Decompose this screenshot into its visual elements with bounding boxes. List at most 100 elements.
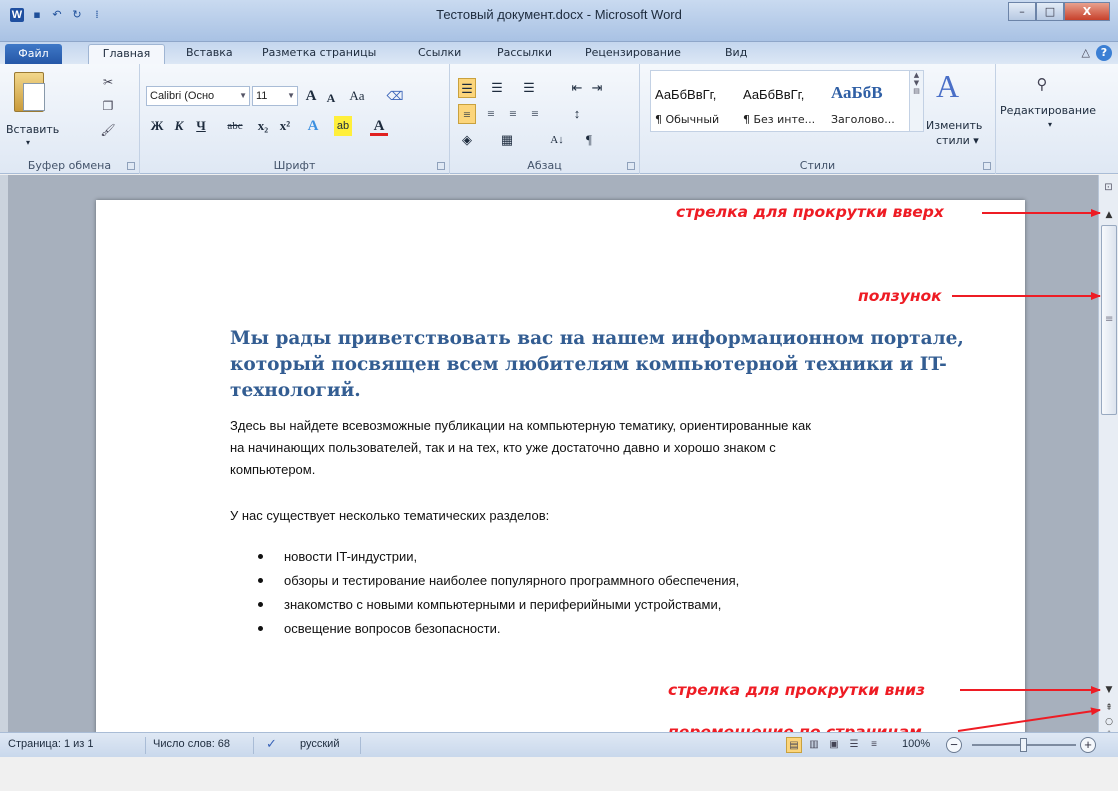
justify-button[interactable]: ≡: [526, 104, 544, 124]
maximize-button[interactable]: □: [1036, 2, 1064, 21]
font-launcher-icon[interactable]: [437, 162, 445, 170]
paste-dropdown-icon[interactable]: ▾: [26, 138, 30, 147]
status-divider: [145, 737, 146, 754]
borders-icon[interactable]: ▦: [498, 130, 516, 150]
zoom-out-button[interactable]: −: [946, 737, 962, 753]
minimize-ribbon-icon[interactable]: △: [1082, 46, 1090, 59]
full-screen-reading-view-icon[interactable]: ▥: [806, 737, 822, 753]
style-heading-1[interactable]: АаБбВ Заголово...: [827, 71, 909, 131]
change-styles-button-line2[interactable]: стили ▾: [936, 134, 979, 147]
cut-icon[interactable]: ✂: [100, 74, 116, 90]
highlight-icon[interactable]: ab: [334, 116, 352, 136]
annotation-scroll-down: стрелка для прокрутки вниз: [668, 681, 926, 699]
numbering-button[interactable]: ☰: [488, 78, 506, 98]
decrease-indent-button[interactable]: ⇤: [568, 78, 586, 98]
styles-scroll[interactable]: ▲ ▼ ▤: [909, 71, 923, 131]
scroll-thumb[interactable]: ≡: [1101, 225, 1117, 415]
minimize-button[interactable]: –: [1008, 2, 1036, 21]
font-name-combo[interactable]: Calibri (Осно ▼: [146, 86, 250, 106]
format-painter-icon[interactable]: 🖌: [100, 122, 116, 138]
shading-icon[interactable]: ◈: [458, 130, 476, 150]
font-size-combo[interactable]: 11 ▼: [252, 86, 298, 106]
show-formatting-marks-icon[interactable]: ¶: [580, 130, 598, 150]
align-center-button[interactable]: ≡: [482, 104, 500, 124]
text-effects-icon[interactable]: A: [304, 116, 322, 136]
strikethrough-button[interactable]: abc: [226, 116, 244, 136]
binoculars-icon[interactable]: ⚲: [1034, 76, 1050, 92]
tab-file[interactable]: Файл: [5, 44, 62, 64]
change-styles-button[interactable]: Изменить: [926, 119, 982, 132]
list-item-text: знакомство с новыми компьютерными и пери…: [284, 597, 722, 612]
chevron-down-icon: ▼: [287, 91, 295, 100]
zoom-slider-thumb[interactable]: [1020, 738, 1027, 752]
zoom-level[interactable]: 100%: [902, 738, 930, 750]
align-right-button[interactable]: ≡: [504, 104, 522, 124]
copy-icon[interactable]: ❐: [100, 98, 116, 114]
tab-home[interactable]: Главная: [88, 44, 165, 65]
change-styles-icon[interactable]: A: [936, 68, 959, 105]
browse-object-icon[interactable]: ○: [1102, 715, 1116, 729]
tab-page-layout[interactable]: Разметка страницы: [262, 46, 376, 59]
scroll-up-arrow-icon[interactable]: ▲: [1102, 208, 1116, 222]
document-paragraph-2[interactable]: У нас существует несколько тематических …: [230, 505, 990, 527]
list-item[interactable]: освещение вопросов безопасности.: [256, 617, 739, 641]
tab-references[interactable]: Ссылки: [418, 46, 461, 59]
previous-page-icon[interactable]: ⇞: [1102, 701, 1116, 715]
font-color-icon[interactable]: A: [370, 116, 388, 136]
outline-view-icon[interactable]: ☰: [846, 737, 862, 753]
paragraph-line: на начинающих пользователей, так и на те…: [230, 440, 776, 455]
draft-view-icon[interactable]: ≡: [866, 737, 882, 753]
clipboard-launcher-icon[interactable]: [127, 162, 135, 170]
bullets-button[interactable]: ☰: [458, 78, 476, 98]
style-no-spacing[interactable]: АаБбВвГг, ¶ Без инте...: [739, 71, 827, 131]
view-ruler-icon[interactable]: ⊡: [1101, 180, 1116, 195]
tab-review[interactable]: Рецензирование: [585, 46, 681, 59]
styles-launcher-icon[interactable]: [983, 162, 991, 170]
help-icon[interactable]: ?: [1096, 45, 1112, 61]
language-indicator[interactable]: русский: [300, 738, 339, 750]
document-heading[interactable]: Мы рады приветствовать вас на нашем инфо…: [230, 326, 980, 404]
align-left-button[interactable]: ≡: [458, 104, 476, 124]
chevron-down-icon[interactable]: ▾: [1048, 120, 1052, 129]
paste-icon[interactable]: [14, 72, 45, 112]
bold-button[interactable]: Ж: [148, 116, 166, 136]
document-page[interactable]: Мы рады приветствовать вас на нашем инфо…: [96, 200, 1025, 732]
tab-mailings[interactable]: Рассылки: [497, 46, 552, 59]
clear-formatting-icon[interactable]: ⌫: [386, 86, 404, 106]
vertical-scrollbar[interactable]: ⊡ ▲ ≡ ▼ ⇞ ○ ⇟: [1098, 175, 1118, 736]
paragraph-group: ☰ ☰ ☰ ⇤ ⇥ ≡ ≡ ≡ ≡ ↕ ◈ ▦ A↓ ¶ Абзац: [450, 64, 640, 174]
increase-indent-button[interactable]: ⇥: [588, 78, 606, 98]
vertical-ruler: [0, 175, 8, 732]
tab-insert[interactable]: Вставка: [186, 46, 233, 59]
proofing-icon[interactable]: ✓: [266, 736, 277, 752]
subscript-button[interactable]: x₂: [254, 116, 272, 136]
tab-view[interactable]: Вид: [725, 46, 747, 59]
bullet-icon: [258, 554, 263, 559]
grow-font-button[interactable]: A: [302, 86, 320, 106]
print-layout-view-icon[interactable]: ▤: [786, 737, 802, 753]
paste-button[interactable]: Вставить: [6, 123, 59, 136]
close-button[interactable]: X: [1064, 2, 1110, 21]
page-counter[interactable]: Страница: 1 из 1: [8, 738, 94, 750]
multilevel-list-button[interactable]: ☰: [520, 78, 538, 98]
change-case-button[interactable]: Aa: [348, 86, 366, 106]
list-item[interactable]: новости IT-индустрии,: [256, 545, 739, 569]
paragraph-launcher-icon[interactable]: [627, 162, 635, 170]
word-count[interactable]: Число слов: 68: [153, 738, 230, 750]
style-normal[interactable]: АаБбВвГг, ¶ Обычный: [651, 71, 739, 131]
list-item[interactable]: обзоры и тестирование наиболее популярно…: [256, 569, 739, 593]
superscript-button[interactable]: x²: [276, 116, 294, 136]
zoom-in-button[interactable]: +: [1080, 737, 1096, 753]
list-item[interactable]: знакомство с новыми компьютерными и пери…: [256, 593, 739, 617]
line-spacing-button[interactable]: ↕: [568, 104, 586, 124]
document-paragraph-1[interactable]: Здесь вы найдете всевозможные публикации…: [230, 415, 990, 481]
shrink-font-button[interactable]: A: [322, 88, 340, 108]
editing-button[interactable]: Редактирование: [1000, 104, 1096, 117]
italic-button[interactable]: К: [170, 116, 188, 136]
styles-group-label: Стили: [799, 159, 836, 172]
sort-icon[interactable]: A↓: [548, 130, 566, 150]
scroll-down-arrow-icon[interactable]: ▼: [1102, 683, 1116, 697]
web-layout-view-icon[interactable]: ▣: [826, 737, 842, 753]
status-bar: Страница: 1 из 1 Число слов: 68 ✓ русски…: [0, 732, 1118, 757]
underline-button[interactable]: Ч: [192, 116, 210, 136]
